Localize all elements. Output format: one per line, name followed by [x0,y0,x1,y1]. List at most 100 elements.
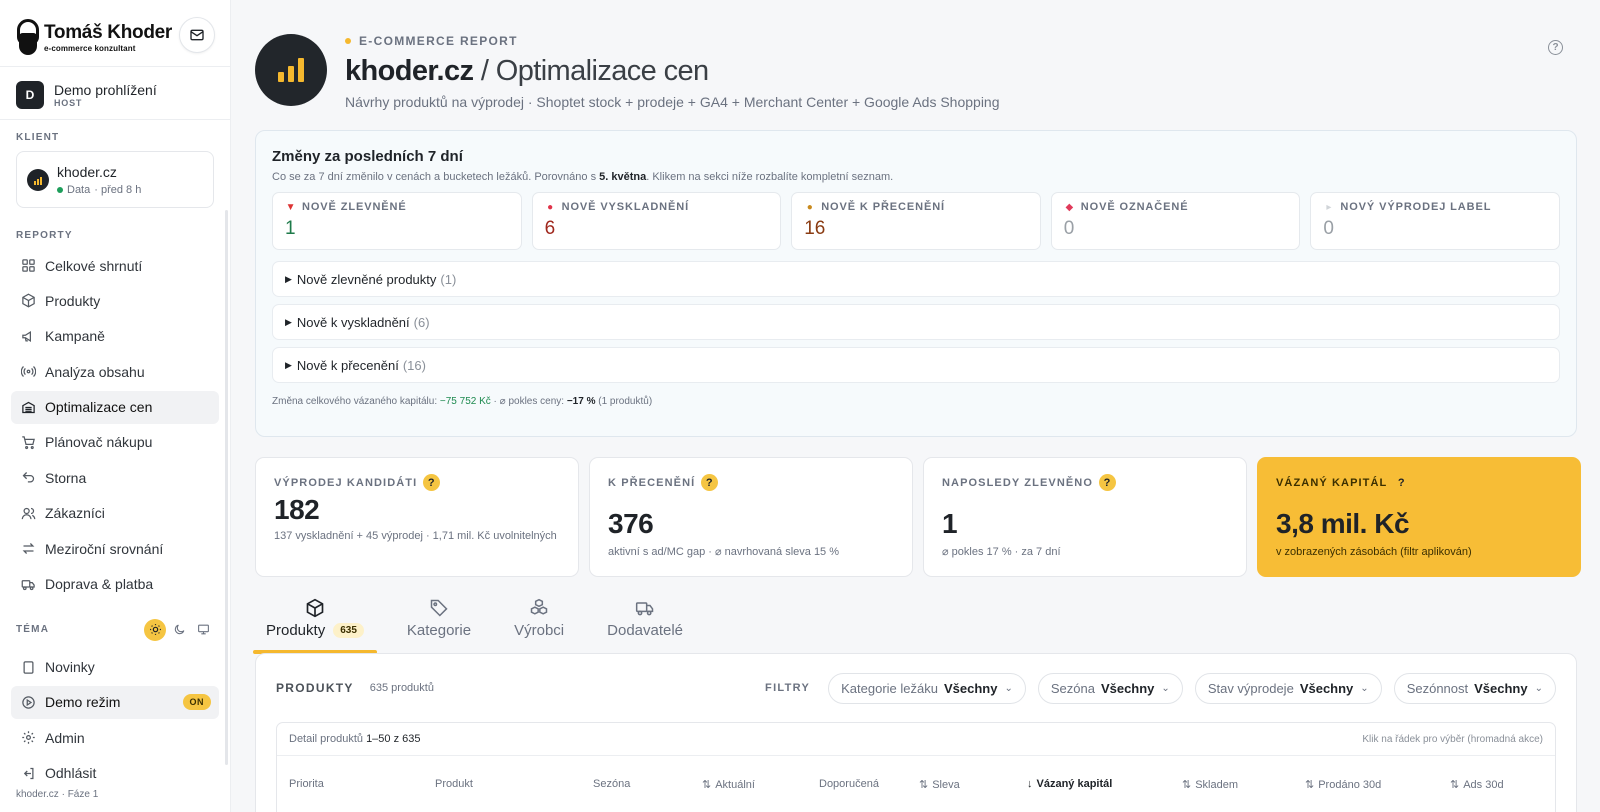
column-priority[interactable]: Priorita [289,778,324,790]
kpi-cards: VÝPRODEJ KANDIDÁTI? 182 137 vyskladnění … [255,457,1581,577]
down-triangle-icon: ▼ [285,201,297,213]
expander-count: (1) [440,271,457,287]
avatar: D [16,81,44,109]
expander-newly-repriced[interactable]: ▶ Nově k přecenění (16) [272,347,1560,383]
filter-seasonality[interactable]: Sezónnost Všechny ⌄ [1393,672,1556,704]
chevron-down-icon: ⌄ [1360,682,1369,694]
brand-logo-icon [16,19,40,57]
page-kicker: E-COMMERCE REPORT [345,34,1000,48]
column-label: Ads 30d [1463,778,1504,791]
filter-sale-status[interactable]: Stav výprodeje Všechny ⌄ [1194,672,1382,704]
theme-dark-button[interactable] [168,619,190,641]
page-title: khoder.cz / Optimalizace cen [345,54,1000,88]
chevron-down-icon: ⌄ [1161,682,1170,694]
client-selector[interactable]: khoder.cz Data · před 8 h [16,151,214,208]
column-current[interactable]: ⇅ Aktuální [702,778,755,792]
expander-label: Nově k přecenění [296,357,399,373]
sidebar-item-logout[interactable]: Odhlásit [11,757,219,790]
tab-label: Kategorie [406,622,472,639]
sidebar-item-campaigns[interactable]: Kampaně [11,320,219,353]
kpi-value: 376 [608,508,654,539]
sidebar-item-label: Storna [45,469,87,486]
column-recommended[interactable]: Doporučená [819,778,879,790]
column-label: Priorita [289,778,324,790]
filter-stock-category[interactable]: Kategorie ležáku Všechny ⌄ [828,672,1026,704]
tab-suppliers[interactable]: Dodavatelé [598,596,692,654]
analysis-tabs: Produkty 635 Kategorie Výrobci Dodavatelé [253,596,717,654]
sidebar-item-yoy[interactable]: Meziroční srovnání [11,532,219,565]
sidebar-item-content-analysis[interactable]: Analýza obsahu [11,355,219,388]
tag-icon: ◆ [1065,201,1075,213]
page-title-section: / Optimalizace cen [480,55,709,87]
boxes-icon [529,596,549,620]
kpi-value: 3,8 mil. Kč [1276,508,1410,539]
sidebar-item-customers[interactable]: Zákazníci [11,497,219,530]
help-icon[interactable]: ? [1548,40,1563,55]
sidebar-item-price-optimization[interactable]: Optimalizace cen [11,390,219,424]
sidebar-item-purchase-planner[interactable]: Plánovač nákupu [11,426,219,459]
tag-icon [429,596,449,620]
play-circle-icon [19,693,37,711]
bottom-nav: Novinky Demo režim ON Admin Odhlásit [0,651,230,790]
foot-capital-change: −75 752 Kč [439,396,491,407]
help-icon[interactable]: ? [701,474,719,491]
column-product[interactable]: Produkt [435,778,473,790]
change-kpi-label: NOVĚ K PŘECENĚNÍ [821,201,945,213]
sidebar-item-cancellations[interactable]: Storna [11,461,219,494]
divider [0,119,230,120]
monitor-icon [197,624,209,635]
kpi-value: 182 [274,494,320,525]
table-range: 1–50 z 635 [366,733,421,745]
table-detail-label: Detail produktů [289,733,363,745]
sidebar-scrollbar[interactable] [225,210,228,765]
change-kpi-label: NOVÝ VÝPRODEJ LABEL [1340,201,1492,213]
expander-label: Nově zlevněné produkty [296,271,437,287]
column-season[interactable]: Sezóna [593,778,630,790]
kpi-label: K PŘECENĚNÍ [608,476,696,489]
help-icon[interactable]: ? [423,474,441,491]
sidebar-item-products[interactable]: Produkty [11,284,219,317]
sidebar-item-shipping-payment[interactable]: Doprava & platba [11,568,219,601]
filter-value: Všechny [1474,680,1528,696]
help-icon[interactable]: ? [1099,474,1117,491]
column-in-stock[interactable]: ⇅ Skladem [1182,778,1238,792]
sort-icon: ⇅ [1450,779,1460,791]
sidebar-item-overview[interactable]: Celkové shrnutí [11,249,219,282]
sort-icon: ⇅ [919,779,929,791]
sidebar: Tomáš Khoder e-commerce konzultant D Dem… [0,0,231,812]
logout-icon [19,764,37,782]
box-icon [19,292,37,310]
arrows-icon [19,540,37,558]
help-icon[interactable]: ? [1393,474,1410,491]
mail-button[interactable] [179,17,215,53]
expander-newly-discounted[interactable]: ▶ Nově zlevněné produkty (1) [272,261,1560,297]
tab-manufacturers[interactable]: Výrobci [505,596,573,654]
filter-season[interactable]: Sezóna Všechny ⌄ [1037,672,1183,704]
client-name: khoder.cz [57,163,117,180]
theme-system-button[interactable] [192,619,214,641]
column-tied-capital[interactable]: ↓ Vázaný kapitál [1027,778,1112,790]
reports-section-label: REPORTY [16,230,73,241]
filter-value: Všechny [1299,680,1354,696]
column-sold-30d[interactable]: ⇅ Prodáno 30d [1305,778,1381,792]
sidebar-item-demo-mode[interactable]: Demo režim ON [11,685,219,719]
caret-right-icon: ▶ [285,359,292,370]
products-panel: PRODUKTY 635 produktů FILTRY Kategorie l… [255,653,1577,812]
column-ads-30d[interactable]: ⇅ Ads 30d [1450,778,1504,792]
chevron-down-icon: ⌄ [1004,682,1013,694]
sidebar-item-label: Analýza obsahu [45,363,145,380]
column-discount[interactable]: ⇅ Sleva [919,778,960,792]
client-section-label: KLIENT [16,132,60,143]
tab-products[interactable]: Produkty 635 [253,596,377,654]
change-kpi-label: NOVĚ ZLEVNĚNÉ [302,201,407,213]
panel-title: PRODUKTY [276,681,354,695]
tab-categories[interactable]: Kategorie [398,596,480,654]
truck-icon [635,596,655,620]
theme-light-button[interactable] [144,618,166,641]
sidebar-item-news[interactable]: Novinky [11,651,219,684]
expander-newly-destocked[interactable]: ▶ Nově k vyskladnění (6) [272,304,1560,340]
kpi-label: NAPOSLEDY ZLEVNĚNO [942,476,1094,489]
demo-user[interactable]: D Demo prohlížení HOST [0,71,230,119]
sidebar-item-admin[interactable]: Admin [11,721,219,754]
filter-label: Stav výprodeje [1207,680,1294,696]
